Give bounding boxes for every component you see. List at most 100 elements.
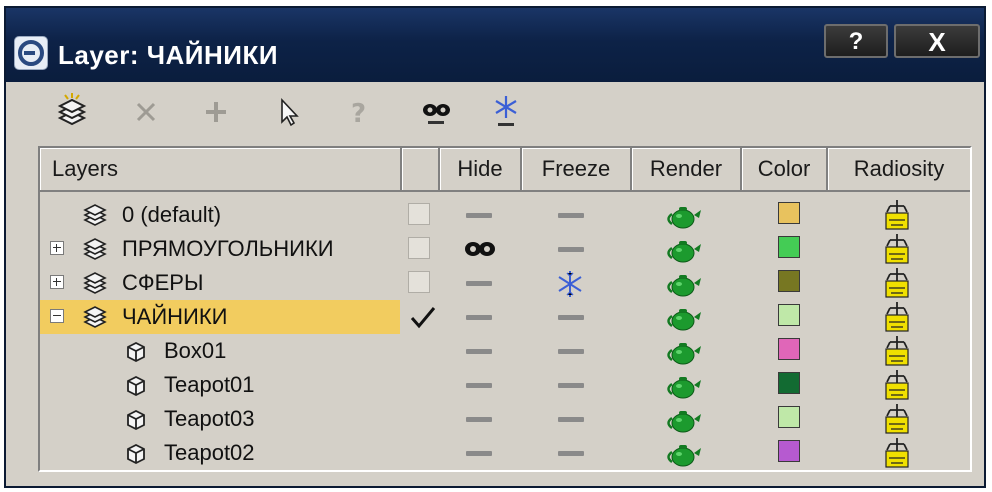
app-logo-icon bbox=[14, 36, 48, 70]
color-swatch[interactable] bbox=[778, 236, 800, 258]
object-name-label: Teapot03 bbox=[164, 406, 255, 431]
radiosity-icon[interactable] bbox=[880, 300, 914, 334]
layer-name-cell[interactable]: Teapot03 bbox=[40, 402, 400, 436]
table-header: Layers Hide Freeze Render Color Radiosit… bbox=[40, 148, 970, 192]
layer-name-cell[interactable]: ПРЯМОУГОЛЬНИКИ bbox=[40, 232, 400, 266]
layer-name-cell[interactable]: ЧАЙНИКИ bbox=[40, 300, 400, 334]
radiosity-icon[interactable] bbox=[880, 198, 914, 232]
layer-row[interactable]: ЧАЙНИКИ bbox=[40, 300, 970, 334]
header-divider bbox=[40, 190, 970, 192]
expand-icon[interactable] bbox=[50, 275, 64, 289]
object-icon bbox=[124, 441, 148, 465]
radiosity-icon[interactable] bbox=[880, 402, 914, 436]
svg-text:?: ? bbox=[351, 99, 366, 129]
object-row[interactable]: Teapot03 bbox=[40, 402, 970, 436]
render-teapot-icon[interactable] bbox=[664, 439, 702, 469]
hidden-icon[interactable] bbox=[462, 236, 498, 262]
object-row[interactable]: Teapot02 bbox=[40, 436, 970, 470]
object-name-label: Teapot02 bbox=[164, 440, 255, 465]
hide-toggle[interactable] bbox=[466, 349, 492, 354]
freeze-toggle[interactable] bbox=[558, 383, 584, 388]
set-current-layer-icon[interactable]: ? bbox=[338, 92, 378, 132]
layer-name-cell[interactable]: Teapot02 bbox=[40, 436, 400, 470]
layer-icon bbox=[82, 271, 108, 295]
freeze-toggle[interactable] bbox=[558, 213, 584, 218]
layers-table: Layers Hide Freeze Render Color Radiosit… bbox=[38, 146, 972, 472]
color-swatch[interactable] bbox=[778, 304, 800, 326]
layer-icon bbox=[82, 237, 108, 261]
color-swatch[interactable] bbox=[778, 270, 800, 292]
freeze-toggle[interactable] bbox=[558, 349, 584, 354]
column-header-hide[interactable]: Hide bbox=[440, 148, 522, 190]
radiosity-icon[interactable] bbox=[880, 368, 914, 402]
freeze-toggle[interactable] bbox=[558, 451, 584, 456]
color-swatch[interactable] bbox=[778, 338, 800, 360]
render-teapot-icon[interactable] bbox=[664, 269, 702, 299]
hide-toggle[interactable] bbox=[466, 315, 492, 320]
current-layer-checkbox[interactable] bbox=[408, 237, 430, 259]
color-swatch[interactable] bbox=[778, 372, 800, 394]
delete-layer-icon[interactable] bbox=[126, 92, 166, 132]
object-row[interactable]: Box01 bbox=[40, 334, 970, 368]
radiosity-icon[interactable] bbox=[880, 436, 914, 470]
render-teapot-icon[interactable] bbox=[664, 303, 702, 333]
column-header-color[interactable]: Color bbox=[742, 148, 828, 190]
render-teapot-icon[interactable] bbox=[664, 201, 702, 231]
window-title: Layer: ЧАЙНИКИ bbox=[58, 40, 279, 70]
select-objects-icon[interactable] bbox=[268, 92, 308, 132]
render-teapot-icon[interactable] bbox=[664, 337, 702, 367]
object-row[interactable]: Teapot01 bbox=[40, 368, 970, 402]
column-header-render[interactable]: Render bbox=[632, 148, 742, 190]
object-name-label: Teapot01 bbox=[164, 372, 255, 397]
layer-icon bbox=[82, 203, 108, 227]
expand-icon[interactable] bbox=[50, 241, 64, 255]
column-header-layers[interactable]: Layers bbox=[40, 148, 402, 190]
freeze-toggle-icon[interactable] bbox=[486, 92, 526, 132]
render-teapot-icon[interactable] bbox=[664, 235, 702, 265]
object-icon bbox=[124, 339, 148, 363]
freeze-toggle[interactable] bbox=[558, 247, 584, 252]
radiosity-icon[interactable] bbox=[880, 232, 914, 266]
layer-row[interactable]: ПРЯМОУГОЛЬНИКИ bbox=[40, 232, 970, 266]
current-layer-check-icon[interactable] bbox=[408, 302, 438, 332]
color-swatch[interactable] bbox=[778, 406, 800, 428]
create-new-layer-icon[interactable] bbox=[52, 92, 92, 132]
column-header-freeze[interactable]: Freeze bbox=[522, 148, 632, 190]
toolbar: ? bbox=[6, 82, 984, 144]
layer-name-cell[interactable]: Teapot01 bbox=[40, 368, 400, 402]
layer-name-cell[interactable]: Box01 bbox=[40, 334, 400, 368]
color-swatch[interactable] bbox=[778, 440, 800, 462]
title-bar[interactable]: Layer: ЧАЙНИКИ ? X bbox=[6, 8, 984, 82]
color-swatch[interactable] bbox=[778, 202, 800, 224]
hide-toggle[interactable] bbox=[466, 383, 492, 388]
close-button[interactable]: X bbox=[894, 24, 980, 58]
column-header-radiosity[interactable]: Radiosity bbox=[828, 148, 970, 190]
column-header-current[interactable] bbox=[402, 148, 440, 190]
layer-name-label: ЧАЙНИКИ bbox=[122, 304, 228, 329]
layer-dialog: Layer: ЧАЙНИКИ ? X ? Layers Hide Freeze … bbox=[4, 6, 986, 488]
radiosity-icon[interactable] bbox=[880, 266, 914, 300]
layer-name-label: 0 (default) bbox=[122, 202, 222, 227]
layer-row[interactable]: 0 (default) bbox=[40, 198, 970, 232]
freeze-toggle[interactable] bbox=[558, 417, 584, 422]
layer-name-cell[interactable]: 0 (default) bbox=[40, 198, 400, 232]
radiosity-icon[interactable] bbox=[880, 334, 914, 368]
current-layer-checkbox[interactable] bbox=[408, 271, 430, 293]
layer-row[interactable]: СФЕРЫ bbox=[40, 266, 970, 300]
add-to-layer-icon[interactable] bbox=[196, 92, 236, 132]
hide-toggle-icon[interactable] bbox=[416, 92, 456, 132]
layer-name-label: ПРЯМОУГОЛЬНИКИ bbox=[122, 236, 334, 261]
layer-name-cell[interactable]: СФЕРЫ bbox=[40, 266, 400, 300]
collapse-icon[interactable] bbox=[50, 309, 64, 323]
render-teapot-icon[interactable] bbox=[664, 371, 702, 401]
help-button[interactable]: ? bbox=[824, 24, 888, 58]
hide-toggle[interactable] bbox=[466, 213, 492, 218]
frozen-icon[interactable] bbox=[554, 268, 586, 300]
hide-toggle[interactable] bbox=[466, 451, 492, 456]
hide-toggle[interactable] bbox=[466, 417, 492, 422]
render-teapot-icon[interactable] bbox=[664, 405, 702, 435]
hide-toggle[interactable] bbox=[466, 281, 492, 286]
object-name-label: Box01 bbox=[164, 338, 227, 363]
current-layer-checkbox[interactable] bbox=[408, 203, 430, 225]
freeze-toggle[interactable] bbox=[558, 315, 584, 320]
